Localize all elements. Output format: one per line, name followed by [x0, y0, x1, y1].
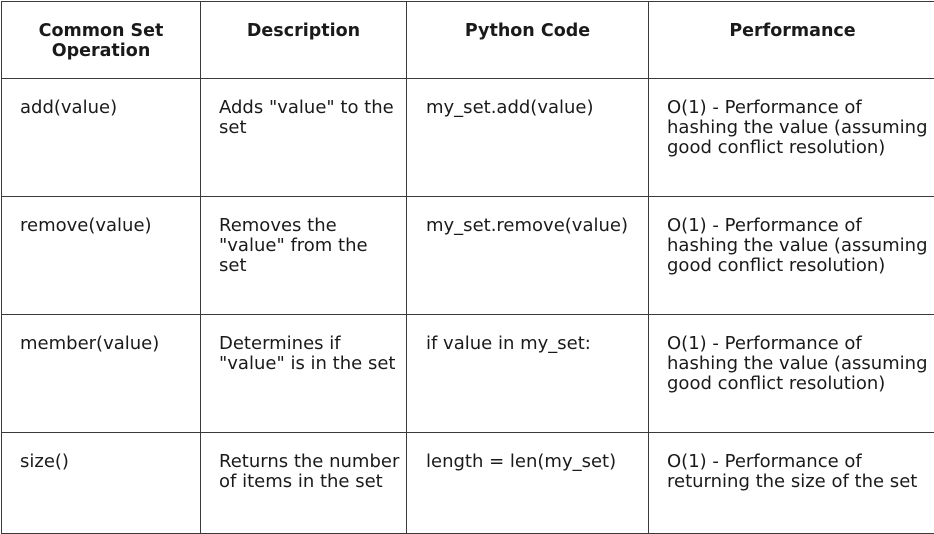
cell-description: Determines if "value" is in the set	[201, 315, 407, 433]
header-description: Description	[201, 2, 407, 79]
table-row: add(value) Adds "value" to the set my_se…	[2, 79, 934, 197]
header-operation: Common Set Operation	[2, 2, 201, 79]
cell-operation: add(value)	[2, 79, 201, 197]
header-performance: Performance	[649, 2, 934, 79]
cell-code: my_set.add(value)	[407, 79, 649, 197]
cell-performance: O(1) - Performance of hashing the value …	[649, 315, 934, 433]
cell-description: Returns the number of items in the set	[201, 433, 407, 534]
cell-operation: member(value)	[2, 315, 201, 433]
table-row: remove(value) Removes the "value" from t…	[2, 197, 934, 315]
header-python-code: Python Code	[407, 2, 649, 79]
table-row: size() Returns the number of items in th…	[2, 433, 934, 534]
cell-description: Removes the "value" from the set	[201, 197, 407, 315]
cell-code: my_set.remove(value)	[407, 197, 649, 315]
header-row: Common Set Operation Description Python …	[2, 2, 934, 79]
cell-operation: remove(value)	[2, 197, 201, 315]
cell-performance: O(1) - Performance of hashing the value …	[649, 197, 934, 315]
cell-performance: O(1) - Performance of returning the size…	[649, 433, 934, 534]
set-operations-table: Common Set Operation Description Python …	[1, 1, 934, 534]
cell-performance: O(1) - Performance of hashing the value …	[649, 79, 934, 197]
table-row: member(value) Determines if "value" is i…	[2, 315, 934, 433]
cell-code: if value in my_set:	[407, 315, 649, 433]
cell-description: Adds "value" to the set	[201, 79, 407, 197]
cell-operation: size()	[2, 433, 201, 534]
cell-code: length = len(my_set)	[407, 433, 649, 534]
